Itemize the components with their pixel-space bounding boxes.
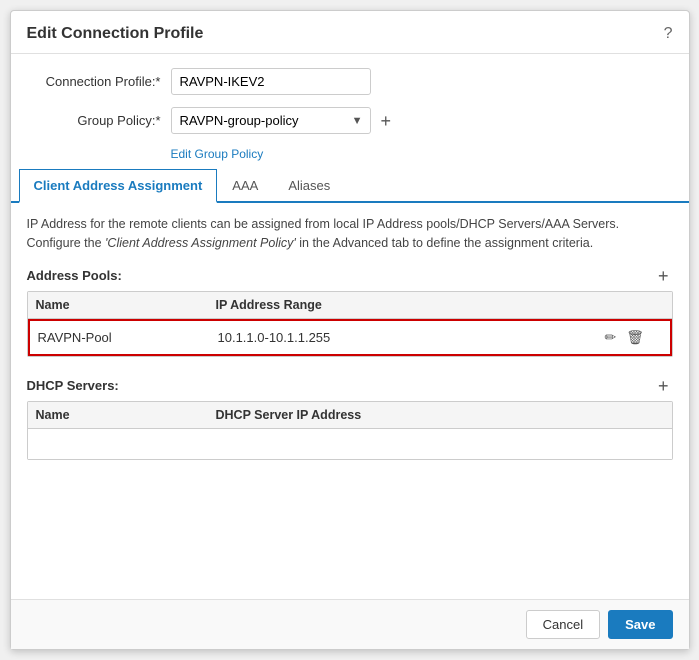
edit-connection-profile-modal: Edit Connection Profile ? Connection Pro… [10, 10, 690, 650]
form-section: Connection Profile:* Group Policy:* RAVP… [11, 54, 689, 169]
edit-pool-button[interactable]: ✏ [602, 328, 620, 347]
dhcp-servers-header: DHCP Servers: + [27, 377, 673, 395]
connection-profile-label: Connection Profile:* [31, 74, 161, 89]
modal-header: Edit Connection Profile ? [11, 11, 689, 54]
group-policy-row: Group Policy:* RAVPN-group-policy ▼ + [31, 107, 669, 134]
dhcp-servers-title: DHCP Servers: [27, 378, 119, 393]
dhcp-col-ip-header: DHCP Server IP Address [216, 408, 604, 422]
group-policy-select-wrapper: RAVPN-group-policy ▼ + [171, 107, 396, 134]
pool-row-actions: ✏ 🗑 [602, 328, 662, 347]
pool-name: RAVPN-Pool [38, 330, 218, 345]
tab-aaa[interactable]: AAA [217, 169, 273, 203]
dhcp-col-name-header: Name [36, 408, 216, 422]
connection-profile-input[interactable] [171, 68, 371, 95]
add-group-policy-button[interactable]: + [377, 112, 396, 130]
address-pools-header-row: Name IP Address Range [28, 292, 672, 319]
dhcp-col-actions-header [604, 408, 664, 422]
address-pools-table: Name IP Address Range RAVPN-Pool 10.1.1.… [27, 291, 673, 357]
tabs-row: Client Address Assignment AAA Aliases [11, 169, 689, 203]
col-name-header: Name [36, 298, 216, 312]
pool-ip-range: 10.1.1.0-10.1.1.255 [218, 330, 602, 345]
dhcp-servers-table: Name DHCP Server IP Address [27, 401, 673, 460]
delete-pool-button[interactable]: 🗑 [623, 328, 647, 347]
connection-profile-row: Connection Profile:* [31, 68, 669, 95]
group-policy-select[interactable]: RAVPN-group-policy [171, 107, 371, 134]
dhcp-empty-row [28, 429, 672, 459]
group-policy-label: Group Policy:* [31, 113, 161, 128]
address-pools-header: Address Pools: + [27, 267, 673, 285]
tab-content-area: IP Address for the remote clients can be… [11, 203, 689, 599]
edit-group-policy-link[interactable]: Edit Group Policy [171, 147, 264, 161]
description-text: IP Address for the remote clients can be… [27, 215, 673, 253]
modal-footer: Cancel Save [11, 599, 689, 649]
add-dhcp-server-button[interactable]: + [654, 377, 673, 395]
save-button[interactable]: Save [608, 610, 672, 639]
group-policy-select-container: RAVPN-group-policy ▼ [171, 107, 371, 134]
col-actions-header [604, 298, 664, 312]
modal-title: Edit Connection Profile [27, 25, 204, 43]
tab-client-address[interactable]: Client Address Assignment [19, 169, 218, 203]
col-iprange-header: IP Address Range [216, 298, 604, 312]
edit-policy-link-row: Edit Group Policy [31, 146, 669, 161]
help-icon[interactable]: ? [664, 25, 673, 43]
tab-aliases[interactable]: Aliases [273, 169, 345, 203]
table-row: RAVPN-Pool 10.1.1.0-10.1.1.255 ✏ 🗑 [28, 319, 672, 356]
add-address-pool-button[interactable]: + [654, 267, 673, 285]
modal-body: Connection Profile:* Group Policy:* RAVP… [11, 54, 689, 599]
cancel-button[interactable]: Cancel [526, 610, 600, 639]
dhcp-header-row: Name DHCP Server IP Address [28, 402, 672, 429]
address-pools-title: Address Pools: [27, 268, 122, 283]
